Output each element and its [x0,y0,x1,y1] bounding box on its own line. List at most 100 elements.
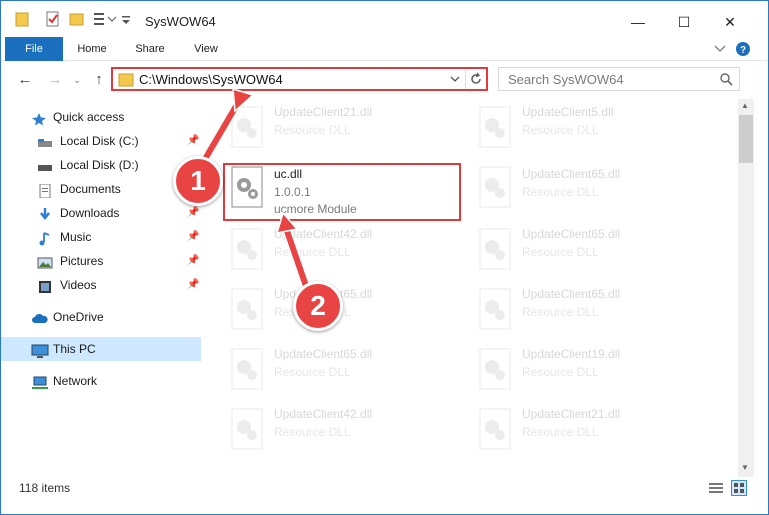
title-bar: SysWOW64 — ☐ ✕ [1,1,768,37]
nav-quick-access[interactable]: Quick access [1,105,201,129]
nav-pictures[interactable]: Pictures 📌 [1,249,201,273]
address-bar[interactable]: C:\Windows\SysWOW64 [111,67,488,91]
dll-file-icon [228,347,268,391]
details-view-icon[interactable] [709,482,723,497]
nav-label: Local Disk (C:) [60,134,139,148]
search-input[interactable]: Search SysWOW64 [508,72,624,87]
dll-file-icon [476,347,516,391]
file-name: UpdateClient65.dll [522,167,621,181]
scrollbar-thumb[interactable] [739,115,753,163]
nav-label: This PC [53,342,96,356]
dll-file-icon [476,407,516,451]
dll-file-icon [228,287,268,331]
file-type: Resource DLL [522,305,599,319]
refresh-icon[interactable] [465,69,485,89]
nav-label: Videos [60,278,97,292]
properties-icon[interactable] [45,11,61,29]
file-item[interactable]: UpdateClient65.dll Resource DLL [474,159,710,215]
search-box[interactable]: Search SysWOW64 [498,67,740,91]
file-type: Resource DLL [522,365,599,379]
dll-file-icon [476,227,516,271]
dll-file-icon [228,407,268,451]
videos-icon [37,278,53,293]
file-item[interactable]: UpdateClient19.dll Resource DLL [474,341,710,397]
back-button[interactable]: ← [15,70,35,90]
nav-label: Documents [60,182,121,196]
address-row: ← → ⌄ ↑ C:\Windows\SysWOW64 Search SysWO… [1,63,768,95]
nav-music[interactable]: Music 📌 [1,225,201,249]
ribbon-tabs: File Home Share View ? [1,37,768,61]
dll-file-icon [228,105,268,149]
nav-this-pc[interactable]: This PC [1,337,201,361]
address-path: C:\Windows\SysWOW64 [139,72,283,87]
dll-file-icon [476,105,516,149]
nav-label: Downloads [60,206,120,220]
file-list: UpdateClient21.dll Resource DLL UpdateCl… [204,99,736,473]
nav-label: Pictures [60,254,104,268]
close-button[interactable]: ✕ [715,9,745,35]
nav-network[interactable]: Network [1,369,201,393]
file-item[interactable]: UpdateClient5.dll Resource DLL [474,99,710,155]
file-item[interactable]: UpdateClient21.dll Resource DLL [226,99,462,155]
file-type: Resource DLL [522,185,599,199]
nav-downloads[interactable]: Downloads 📌 [1,201,201,225]
download-icon [37,206,53,221]
tab-share[interactable]: Share [125,37,175,61]
file-item[interactable]: UpdateClient65.dll Resource DLL [226,341,462,397]
recent-locations-button[interactable]: ⌄ [67,70,87,90]
nav-label: OneDrive [53,310,104,324]
documents-icon [37,182,53,199]
maximize-button[interactable]: ☐ [669,9,699,35]
file-item[interactable]: UpdateClient65.dll Resource DLL [474,221,710,277]
nav-documents[interactable]: Documents 📌 [1,177,201,201]
tab-file[interactable]: File [5,37,63,61]
file-name: UpdateClient21.dll [522,407,621,421]
file-type: Resource DLL [274,365,351,379]
dll-file-icon [476,287,516,331]
nav-label: Music [60,230,92,244]
customize-qat-icon[interactable] [121,11,131,29]
tab-home[interactable]: Home [67,37,117,61]
forward-button[interactable]: → [45,70,65,90]
vertical-scrollbar[interactable]: ▲ ▼ [738,99,754,477]
new-folder-icon[interactable] [69,11,85,29]
pin-icon: 📌 [187,135,200,146]
file-item[interactable]: UpdateClient21.dll Resource DLL [474,401,710,457]
file-type: Resource DLL [522,425,599,439]
pin-icon: 📌 [187,279,200,290]
tab-view[interactable]: View [181,37,231,61]
file-name: UpdateClient65.dll [274,347,373,361]
nav-local-disk-d[interactable]: Local Disk (D:) [1,153,201,177]
file-item[interactable]: UpdateClient65.dll Resource DLL [226,281,462,337]
nav-onedrive[interactable]: OneDrive [1,305,201,329]
music-icon [37,230,53,246]
nav-local-disk-c[interactable]: Local Disk (C:) 📌 [1,129,201,153]
search-icon [719,72,733,89]
up-button[interactable]: ↑ [89,70,109,90]
file-item[interactable]: UpdateClient42.dll Resource DLL [226,401,462,457]
nav-videos[interactable]: Videos 📌 [1,273,201,297]
expand-ribbon-icon[interactable] [713,41,727,55]
cloud-icon [31,310,48,324]
file-name: UpdateClient19.dll [522,347,621,361]
file-item[interactable]: UpdateClient65.dll Resource DLL [474,281,710,337]
file-item[interactable]: UpdateClient42.dll Resource DLL [226,221,462,277]
file-name: UpdateClient42.dll [274,407,373,421]
file-type: Resource DLL [522,245,599,259]
tiles-view-icon[interactable] [731,480,747,496]
target-highlight-box [223,163,461,221]
drive-icon [37,158,53,172]
pin-icon: 📌 [187,255,200,266]
dll-file-icon [228,227,268,271]
scroll-down-icon[interactable]: ▼ [741,463,749,472]
view-options-icon[interactable] [93,11,117,29]
monitor-icon [31,342,49,358]
nav-label: Quick access [53,110,125,124]
navigation-pane: Quick access Local Disk (C:) 📌 Local Dis… [1,99,201,469]
address-dropdown-icon[interactable] [449,73,461,88]
minimize-button[interactable]: — [623,9,653,35]
file-name: UpdateClient42.dll [274,227,373,241]
scroll-up-icon[interactable]: ▲ [741,101,749,110]
file-type: Resource DLL [274,245,351,259]
help-icon[interactable]: ? [735,41,751,57]
